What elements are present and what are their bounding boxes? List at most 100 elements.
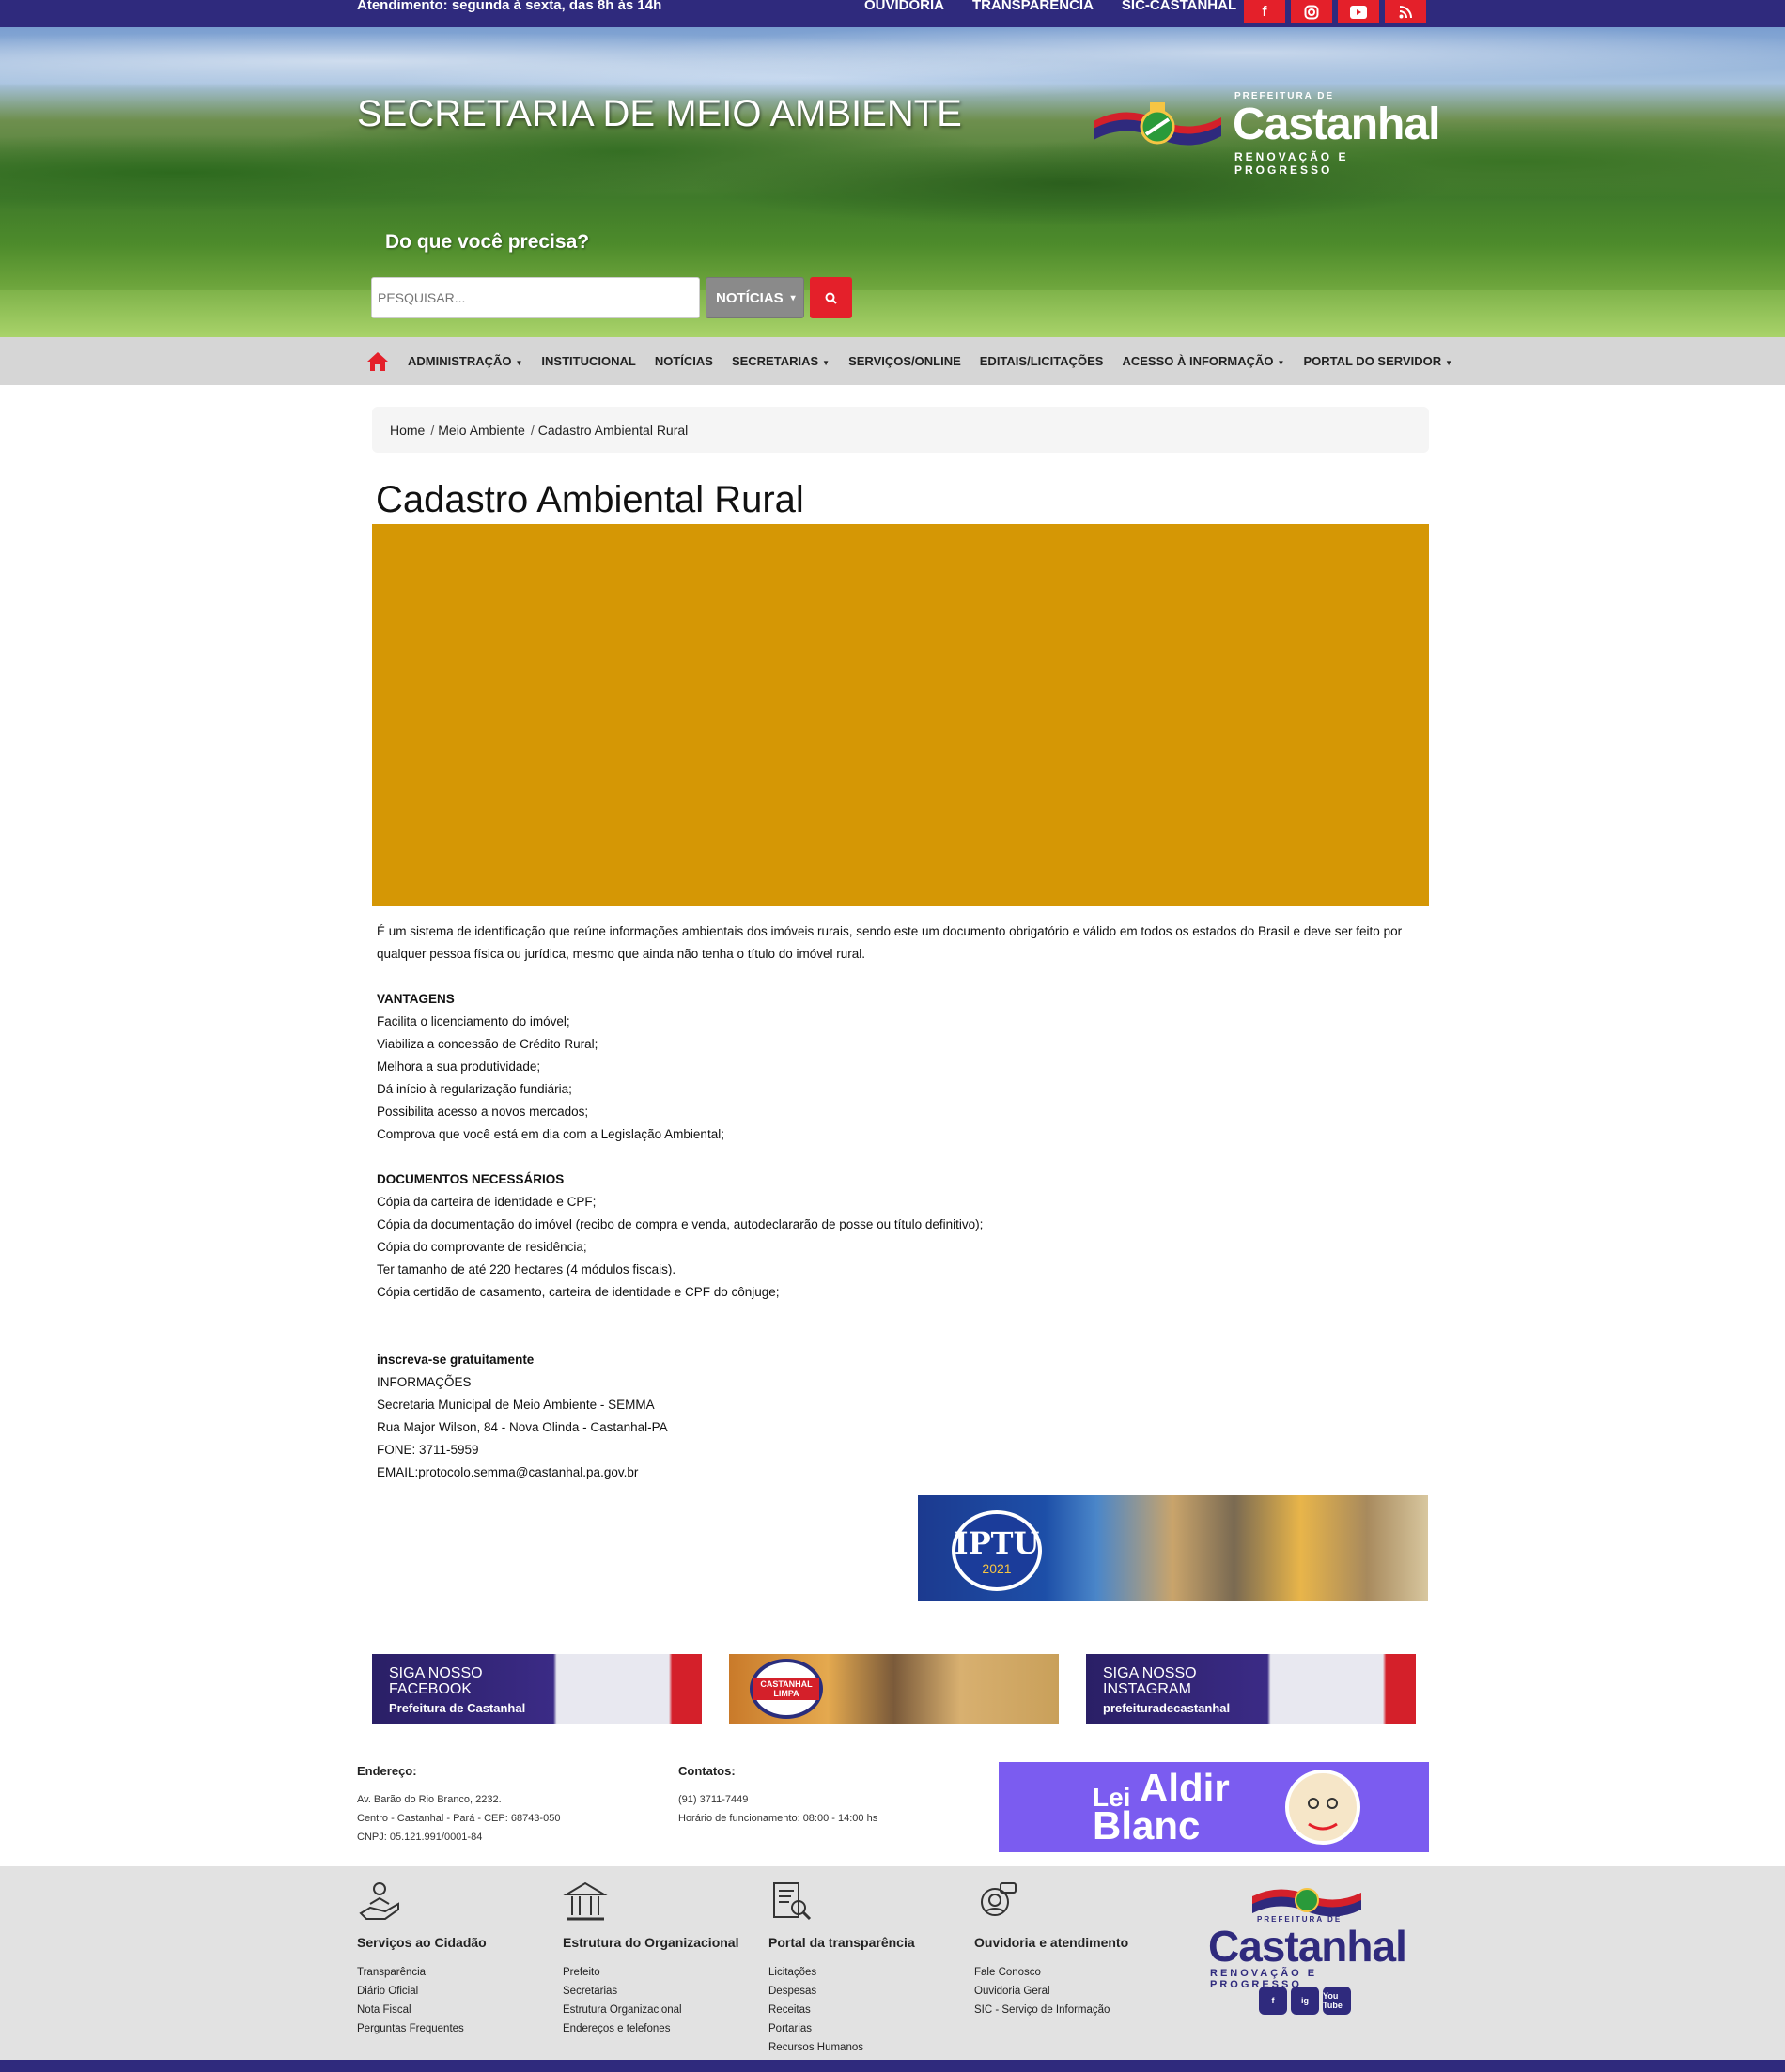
search-icon [825,292,837,304]
castanhal-logo[interactable]: PREFEITURA DE Castanhal RENOVAÇÃO E PROG… [1092,85,1440,177]
address-line: Centro - Castanhal - Pará - CEP: 68743-0… [357,1813,561,1824]
ouvidoria-link[interactable]: OUVIDORIA [864,0,944,12]
footer-link[interactable]: Despesas [768,1982,915,2001]
footer-link[interactable]: Nota Fiscal [357,2001,487,2019]
hand-person-icon [359,1882,399,1920]
facebook-icon[interactable]: f [1244,0,1285,23]
banner-account: prefeituradecastanhal [1103,1701,1231,1715]
nav-item-administracao[interactable]: ADMINISTRAÇÃO ▼ [408,354,522,368]
home-icon[interactable] [366,350,389,373]
search-category-select[interactable]: NOTÍCIAS ▾ [706,277,804,318]
footer-logo[interactable]: PREFEITURA DE Castanhal RENOVAÇÃO E PROG… [1208,1879,1407,2020]
footer-column-transparencia: Portal da transparência Licitações Despe… [768,1879,915,2057]
main-nav: ADMINISTRAÇÃO ▼ INSTITUCIONAL NOTÍCIAS SE… [0,337,1785,385]
iptu-badge: IPTU 2021 [952,1510,1042,1591]
footer-column-title: Estrutura do Organizacional [563,1935,739,1950]
documentos-heading: DOCUMENTOS NECESSÁRIOS [377,1172,565,1186]
city-flag-icon [1094,102,1221,146]
footer-link[interactable]: Fale Conosco [974,1963,1128,1982]
document-search-icon [773,1882,812,1921]
inscreva-link[interactable]: inscreva-se gratuitamente [377,1349,1429,1371]
logo-name: Castanhal [1233,100,1440,149]
address-line: Av. Barão do Rio Branco, 2232. [357,1794,502,1805]
facebook-icon[interactable]: f [1259,1987,1287,2015]
header-hero: SECRETARIA DE MEIO AMBIENTE PREFEITURA D… [0,27,1785,337]
list-item: Viabiliza a concessão de Crédito Rural; [377,1037,598,1051]
list-item: Ter tamanho de até 220 hectares (4 módul… [377,1262,676,1276]
caret-down-icon: ▼ [1277,359,1285,367]
search-button[interactable] [810,277,852,318]
lei-aldir-blanc-banner[interactable]: Lei Aldir Blanc [999,1762,1429,1852]
list-item: Dá início à regularização fundiária; [377,1082,572,1096]
building-icon [563,1881,608,1921]
transparencia-link[interactable]: TRANSPARÊNCIA [972,0,1094,12]
article-body: É um sistema de identificação que reúne … [377,920,1429,1484]
footer-link[interactable]: Endereços e telefones [563,2019,738,2038]
list-item: Facilita o licenciamento do imóvel; [377,1014,570,1028]
footer-column-title: Ouvidoria e atendimento [974,1935,1129,1950]
facebook-banner[interactable]: SIGA NOSSO FACEBOOK Prefeitura de Castanh… [372,1654,702,1724]
secretaria-title: SECRETARIA DE MEIO AMBIENTE [357,93,962,134]
castanhal-limpa-banner[interactable]: CASTANHAL LIMPA [729,1654,1059,1724]
footer-link[interactable]: Receitas [768,2001,915,2019]
nav-item-noticias[interactable]: NOTÍCIAS [655,354,713,368]
rss-icon[interactable] [1385,0,1426,23]
caret-down-icon: ▼ [515,359,523,367]
footer-link[interactable]: SIC - Serviço de Informação [974,2001,1128,2019]
footer-social-links: f ig You Tube [1259,1987,1351,2015]
youtube-icon[interactable]: You Tube [1323,1987,1351,2015]
footer-column-title: Portal da transparência [768,1935,915,1950]
list-item: Cópia da documentação do imóvel (recibo … [377,1217,984,1231]
footer-link[interactable]: Perguntas Frequentes [357,2019,487,2038]
footer-link[interactable]: Estrutura Organizacional [563,2001,738,2019]
instagram-icon[interactable]: ig [1291,1987,1319,2015]
logo-slogan: RENOVAÇÃO E PROGRESSO [1234,150,1349,177]
info-line: Rua Major Wilson, 84 - Nova Olinda - Cas… [377,1420,668,1434]
iptu-banner[interactable]: IPTU 2021 [918,1495,1428,1601]
footer-link[interactable]: Diário Oficial [357,1982,487,2001]
search-question: Do que você precisa? [385,231,590,253]
nav-item-acesso-informacao[interactable]: ACESSO À INFORMAÇÃO ▼ [1122,354,1284,368]
search-category-label: NOTÍCIAS [716,289,784,306]
footer-link[interactable]: Prefeito [563,1963,738,1982]
breadcrumb: Home / Meio Ambiente / Cadastro Ambienta… [372,407,1429,453]
contacts-title: Contatos: [678,1764,736,1778]
search-input[interactable] [371,277,700,318]
breadcrumb-home[interactable]: Home [390,423,425,438]
instagram-icon[interactable] [1291,0,1332,23]
youtube-icon[interactable] [1338,0,1379,23]
grass-background [0,290,1785,337]
office-hours: Atendimento: segunda à sexta, das 8h às … [357,0,662,13]
footer-link[interactable]: Transparência [357,1963,487,1982]
nav-item-institucional[interactable]: INSTITUCIONAL [541,354,635,368]
address-title: Endereço: [357,1764,417,1778]
intro-paragraph: É um sistema de identificação que reúne … [377,924,1403,961]
instagram-banner[interactable]: SIGA NOSSO INSTAGRAM prefeituradecastanha… [1086,1654,1416,1724]
address-block: Endereço: Av. Barão do Rio Branco, 2232.… [357,1762,560,1847]
breadcrumb-section[interactable]: Meio Ambiente [438,423,525,438]
footer-link[interactable]: Ouvidoria Geral [974,1982,1128,2001]
footer-link[interactable]: Recursos Humanos [768,2038,915,2057]
footer-link[interactable]: Secretarias [563,1982,738,2001]
vantagens-heading: VANTAGENS [377,992,455,1006]
footer-link[interactable]: Portarias [768,2019,915,2038]
list-item: Cópia do comprovante de residência; [377,1240,587,1254]
caret-down-icon: ▼ [1445,359,1453,367]
breadcrumb-separator: / [530,422,535,438]
nav-item-portal-servidor[interactable]: PORTAL DO SERVIDOR ▼ [1303,354,1452,368]
chevron-down-icon: ▾ [790,292,796,303]
footer-column-servicos: Serviços ao Cidadão Transparência Diário… [357,1879,487,2038]
list-item: Melhora a sua produtividade; [377,1059,541,1074]
info-line: EMAIL:protocolo.semma@castanhal.pa.gov.b… [377,1465,639,1479]
list-item: Possibilita acesso a novos mercados; [377,1105,589,1119]
breadcrumb-current: Cadastro Ambiental Rural [537,422,689,438]
info-line: Secretaria Municipal de Meio Ambiente - … [377,1398,655,1412]
nav-item-editais-licitacoes[interactable]: EDITAIS/LICITAÇÕES [980,354,1104,368]
nav-item-servicos-online[interactable]: SERVIÇOS/ONLINE [848,354,961,368]
info-line: FONE: 3711-5959 [377,1443,479,1457]
footer-link[interactable]: Licitações [768,1963,915,1982]
sic-link[interactable]: SIC-CASTANHAL [1122,0,1236,12]
nav-item-secretarias[interactable]: SECRETARIAS ▼ [732,354,830,368]
banner-account: Prefeitura de Castanhal [389,1701,526,1715]
list-item: Cópia certidão de casamento, carteira de… [377,1285,780,1299]
